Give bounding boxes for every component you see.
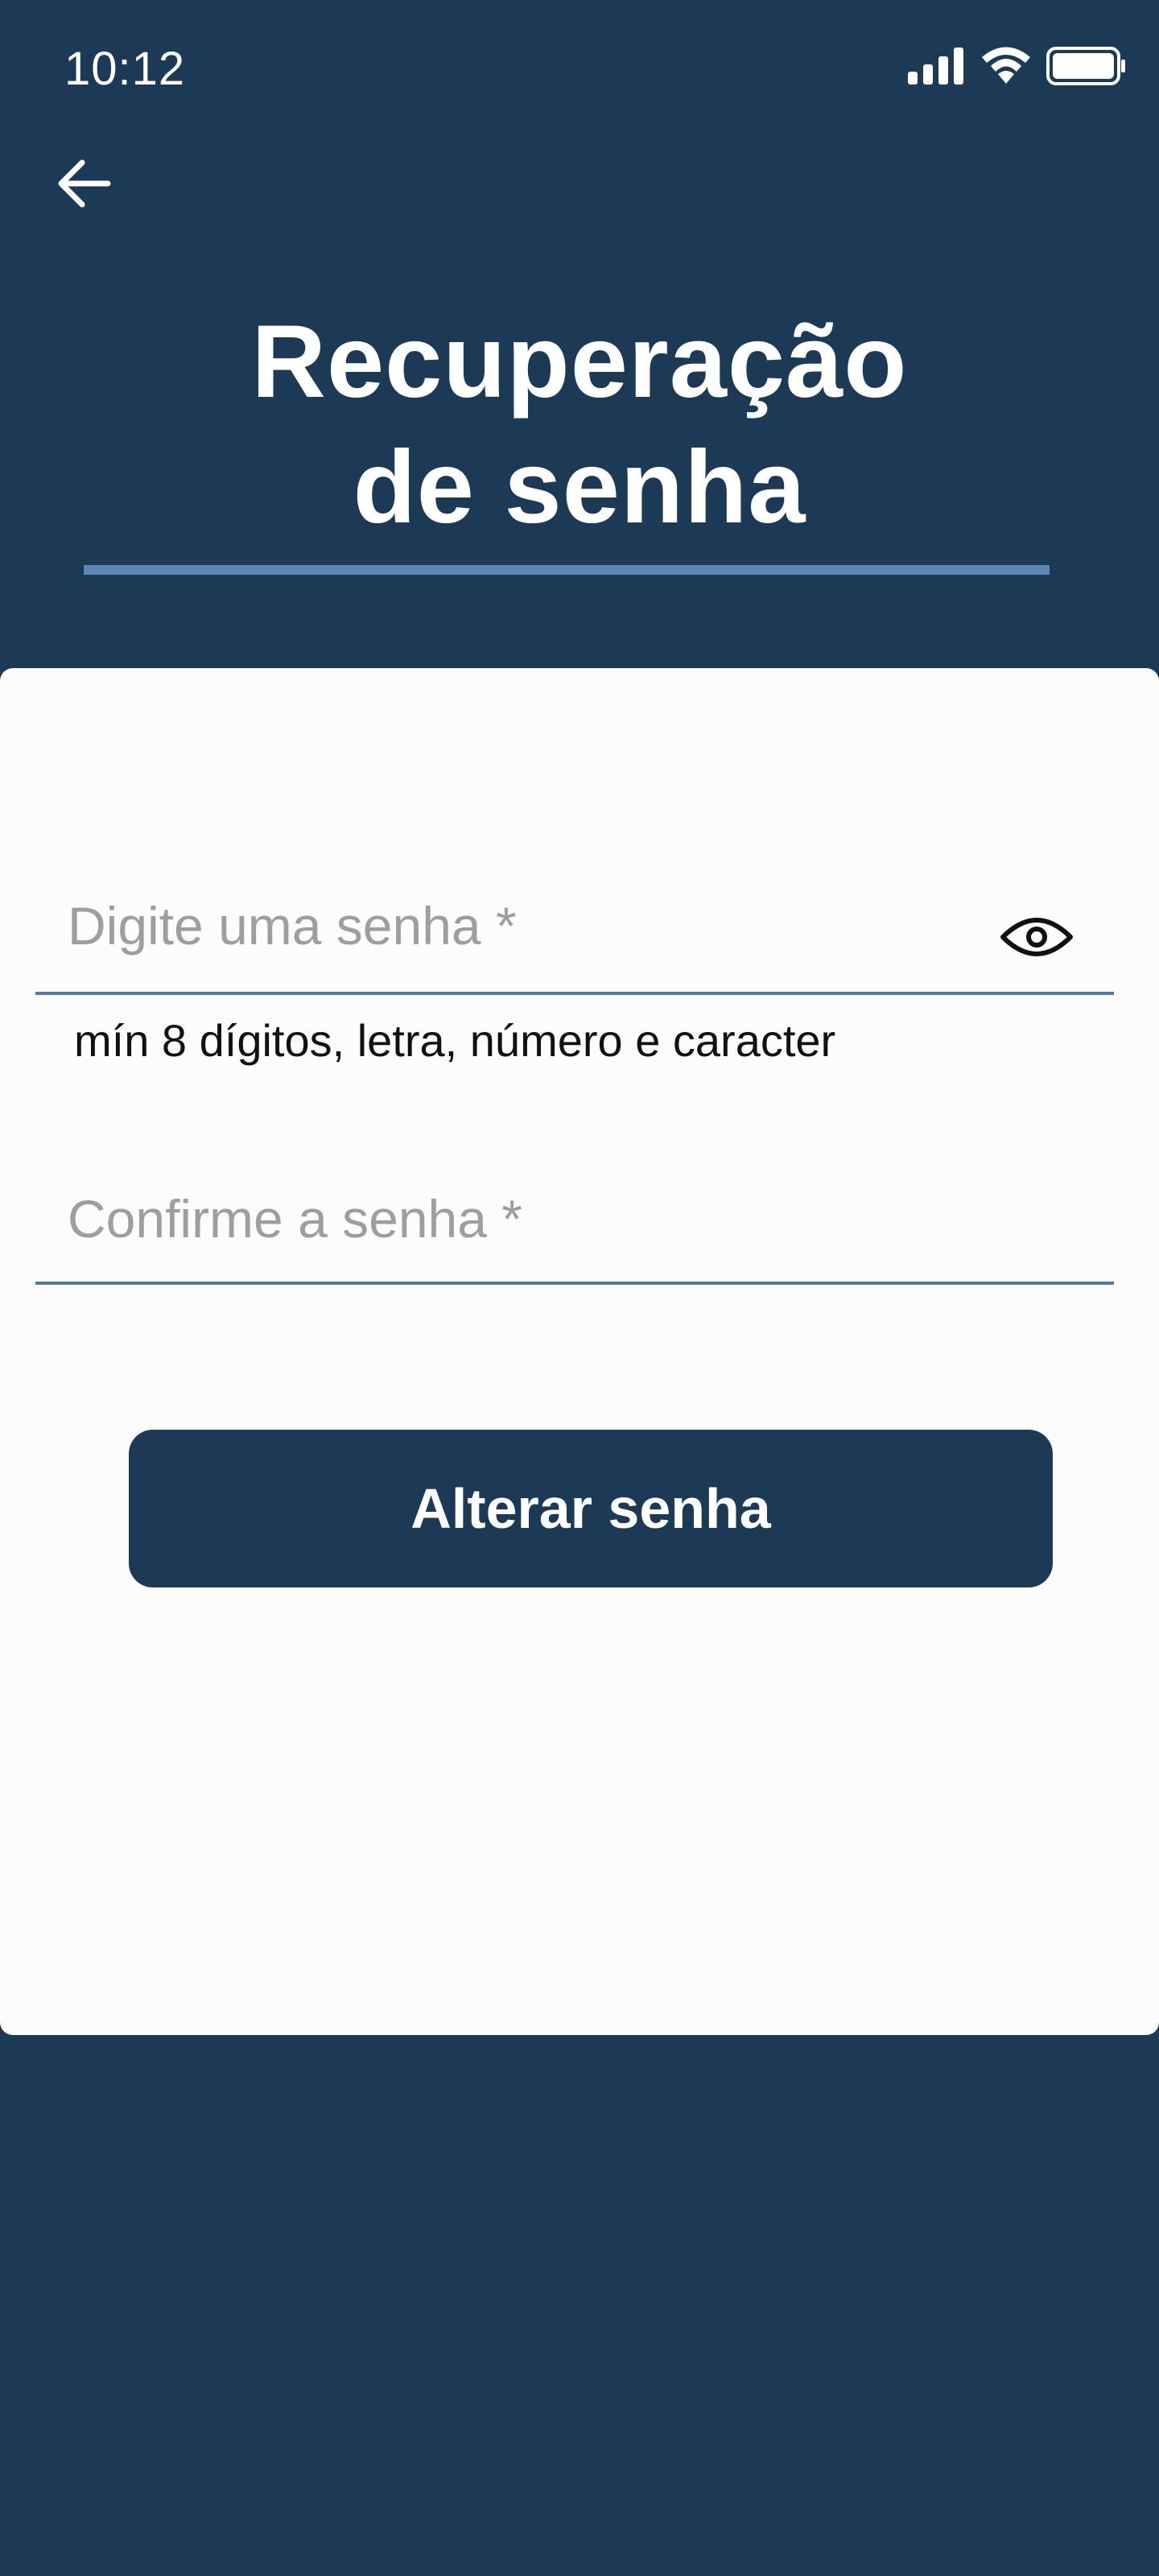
change-password-button[interactable]: Alterar senha: [129, 1430, 1053, 1587]
password-recovery-screen: 10:12 Recuperação de senha mín 8 dígitos…: [0, 0, 1159, 2576]
confirm-field-underline: [35, 1282, 1114, 1285]
confirm-password-field: [35, 1179, 1114, 1291]
status-time: 10:12: [64, 43, 186, 95]
arrow-left-icon: [58, 159, 111, 208]
password-field: [35, 886, 1114, 998]
page-title-line1: Recuperação: [251, 304, 908, 419]
toggle-visibility-button[interactable]: [998, 908, 1075, 966]
status-bar: 10:12: [0, 0, 1159, 129]
eye-icon: [1000, 918, 1073, 956]
page-title-line2: de senha: [353, 430, 806, 545]
back-button[interactable]: [45, 145, 122, 222]
password-input[interactable]: [68, 886, 1001, 966]
password-helper-text: mín 8 dígitos, letra, número e caracter: [74, 1015, 836, 1066]
wifi-icon: [980, 47, 1032, 85]
form-card: [0, 668, 1159, 2035]
confirm-password-input[interactable]: [68, 1179, 1001, 1259]
page-title: Recuperação de senha: [0, 299, 1159, 551]
battery-icon: [1046, 47, 1127, 85]
status-icons: [908, 47, 1127, 85]
title-underline: [84, 565, 1050, 575]
password-field-underline: [35, 992, 1114, 995]
signal-icon: [908, 47, 966, 85]
